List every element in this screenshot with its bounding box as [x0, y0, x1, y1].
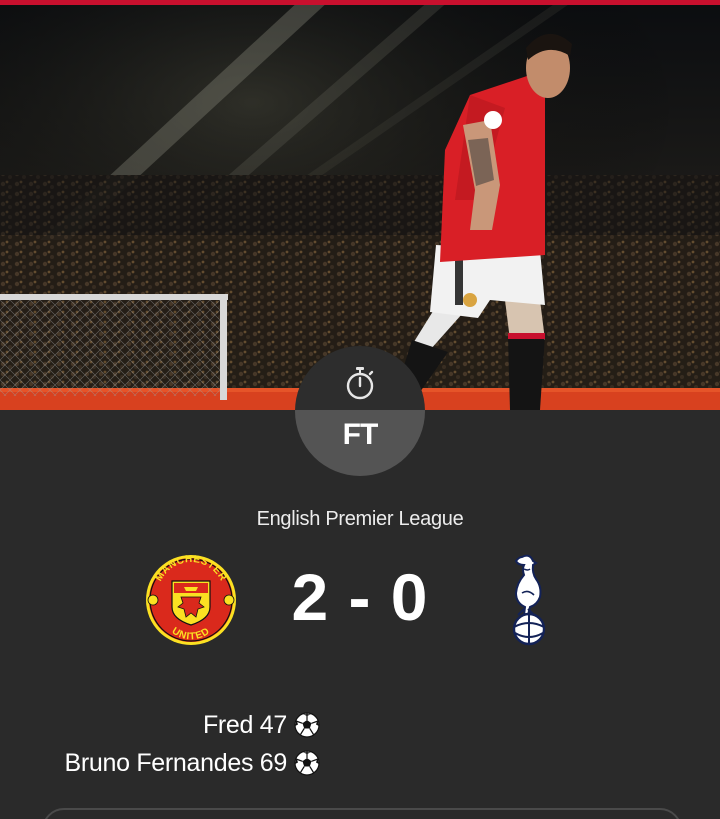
match-status-dial: FT — [295, 346, 425, 476]
football-icon — [294, 750, 320, 776]
next-section-card[interactable] — [42, 808, 682, 819]
football-icon — [294, 712, 320, 738]
goal-scorer-text: Bruno Fernandes 69 — [64, 748, 287, 777]
stopwatch-icon — [346, 367, 374, 400]
manchester-united-crest-icon[interactable]: MANCHESTER UNITED — [144, 553, 238, 647]
match-page: FT English Premier League MANCHESTER UNI… — [0, 0, 720, 819]
tottenham-hotspur-crest-icon[interactable] — [502, 553, 558, 647]
goal-scorers-list: Fred 47 Bruno Fernandes 69 — [64, 706, 320, 782]
top-accent-bar — [0, 0, 720, 5]
goal-scorer-item: Bruno Fernandes 69 — [64, 744, 320, 782]
scoreline: 2 - 0 — [291, 560, 429, 634]
competition-name: English Premier League — [256, 508, 464, 530]
goal-scorer-item: Fred 47 — [64, 706, 320, 744]
goal-scorer-text: Fred 47 — [202, 710, 287, 739]
match-status: FT — [342, 418, 379, 451]
